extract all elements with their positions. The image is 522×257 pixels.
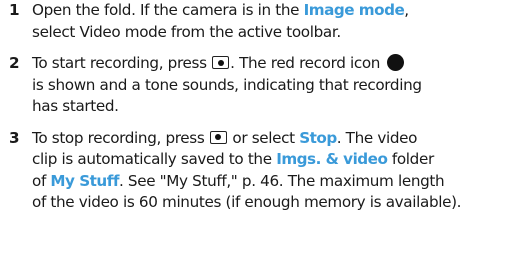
step-text: has started.	[32, 97, 119, 115]
record-icon	[386, 54, 404, 71]
instruction-steps: 1 Open the fold. If the camera is in the…	[0, 0, 522, 214]
step-text: of	[32, 171, 51, 190]
step-number: 3	[9, 128, 20, 147]
step-text: To start recording, press	[32, 54, 212, 72]
step-3: 3 To stop recording, press or select Sto…	[0, 128, 522, 214]
step-number: 1	[9, 1, 20, 19]
step-text: . The red record icon	[230, 54, 385, 72]
step-text: is shown and a tone sounds, indicating t…	[32, 75, 422, 94]
step-text: of the video is 60 minutes (if enough me…	[32, 193, 462, 211]
step-1: 1 Open the fold. If the camera is in the…	[0, 0, 522, 43]
highlight-imgs-video: Imgs. & video	[276, 150, 388, 168]
step-text: clip is automatically saved to the	[32, 150, 277, 168]
step-text: folder	[387, 150, 434, 168]
highlight-my-stuff: My Stuff	[50, 171, 119, 190]
highlight-stop: Stop	[299, 128, 337, 147]
step-text: select Video mode from the active toolba…	[32, 22, 341, 41]
step-number: 2	[9, 54, 20, 72]
camera-key-icon	[212, 56, 230, 69]
step-text: or select	[227, 128, 300, 147]
step-text: . The video	[336, 128, 418, 147]
highlight-image-mode: Image mode	[303, 1, 405, 19]
step-text: ,	[404, 1, 409, 19]
step-text: To stop recording, press	[32, 128, 209, 147]
camera-key-icon	[209, 130, 227, 144]
step-2: 2 To start recording, press . The red re…	[0, 53, 522, 118]
step-text: Open the fold. If the camera is in the	[32, 1, 304, 19]
step-text: . See "My Stuff," p. 46. The maximum len…	[118, 171, 445, 190]
